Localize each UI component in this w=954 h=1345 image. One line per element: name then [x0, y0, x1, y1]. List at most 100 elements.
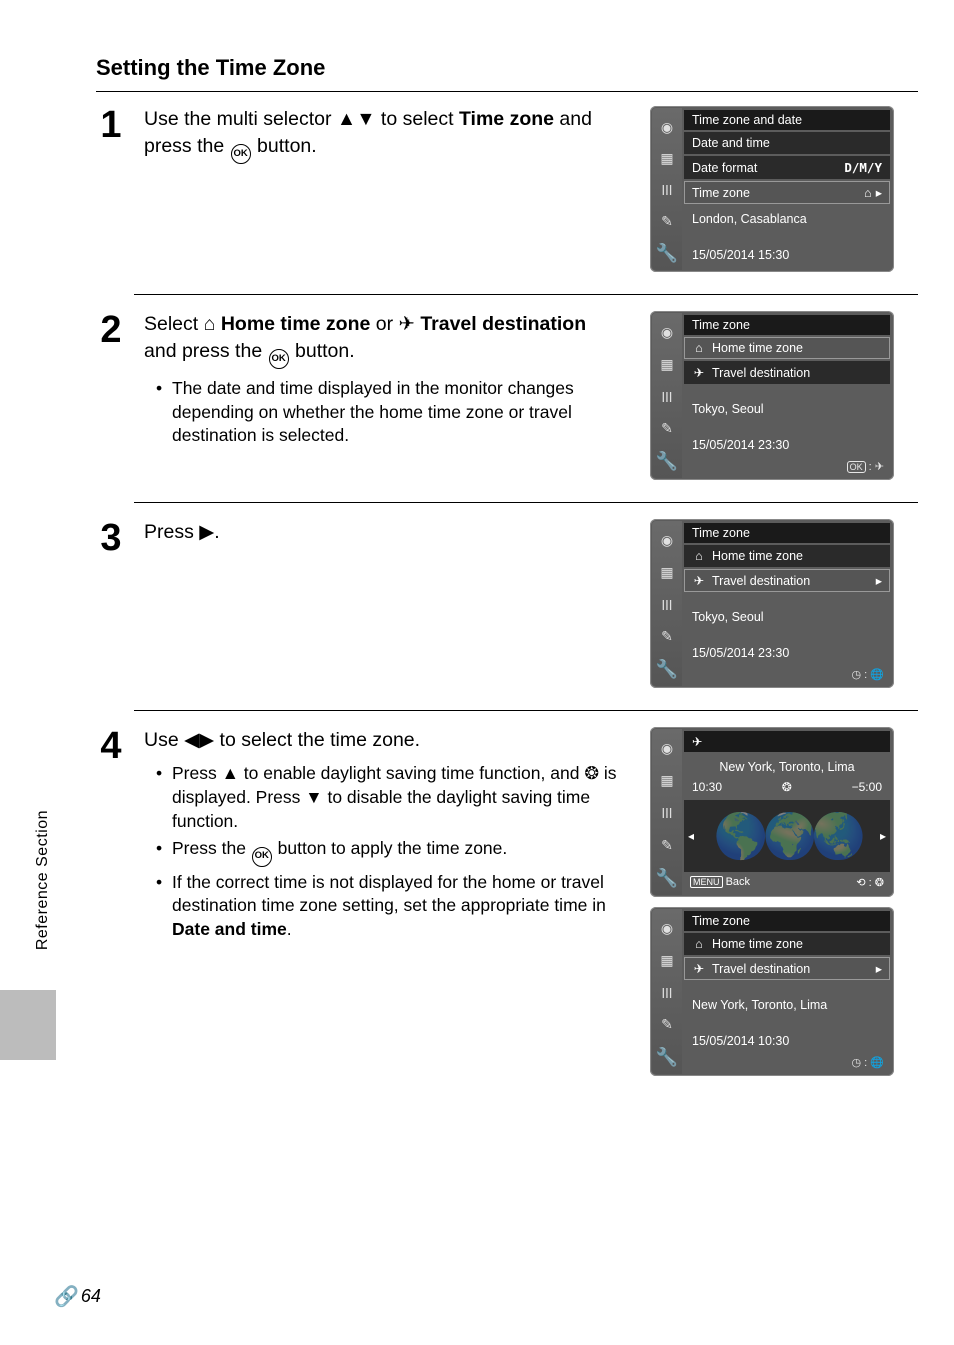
retouch-icon: ✎ [658, 837, 676, 855]
step-4: 4 Use ◀▶ to select the time zone. Press … [96, 727, 918, 1076]
option-travel: ✈Travel destination [684, 361, 890, 384]
text: button. [290, 340, 355, 362]
text: button. [252, 135, 317, 157]
step-text: Press ▶. [144, 519, 632, 546]
label-time-zone: Time zone [459, 108, 554, 130]
page-footer: 🔗 64 [54, 1284, 101, 1309]
plane-icon: ✈ [692, 573, 706, 588]
back-label: Back [726, 876, 750, 888]
map-labels: 10:30 ❂ −5:00 [684, 780, 890, 798]
plane-icon: ✈ [692, 734, 702, 749]
plane-icon: ✈ [692, 365, 706, 380]
location-text: New York, Toronto, Lima [684, 992, 890, 1018]
datetime-text: 15/05/2014 23:30 [684, 640, 890, 666]
text: Use the multi selector [144, 108, 337, 130]
movie-icon: ▦ [658, 772, 676, 790]
location-text: Tokyo, Seoul [684, 396, 890, 422]
lcd-screenshot-step1: ◉ ▦ ǀǀǀ ✎ 🔧 Time zone and date Date and … [650, 106, 894, 272]
retouch-icon: ✎ [658, 213, 676, 231]
camera-icon: ◉ [658, 919, 676, 937]
text: Press [144, 521, 199, 543]
plane-icon: ✈ [692, 961, 706, 976]
text: or [370, 313, 398, 335]
text: to select the time zone. [214, 729, 420, 751]
dst-icon: ❂ [782, 780, 792, 794]
wrench-icon: 🔧 [658, 452, 676, 470]
home-icon: ⌂ [692, 341, 706, 355]
ok-button-icon: OK [231, 144, 251, 164]
lcd-screenshot-step4a-map: ◉ ▦ ǀǀǀ ✎ 🔧 ✈ New York, Toronto, Lima 10… [650, 727, 894, 897]
camera-icon: ◉ [658, 118, 676, 136]
antenna-icon: ǀǀǀ [658, 984, 676, 1002]
movie-icon: ▦ [658, 150, 676, 168]
menu-badge: MENU [690, 876, 723, 888]
bullet: The date and time displayed in the monit… [162, 377, 622, 448]
hint-ok-plane: OK : ✈ [684, 458, 890, 476]
home-icon: ⌂ [204, 313, 216, 335]
menu-item-time-zone-selected: Time zone⌂▸ [684, 181, 890, 204]
home-icon: ⌂ [692, 549, 706, 563]
movie-icon: ▦ [658, 355, 676, 373]
footer-strip: MENU Back ⟲ : ❂ [684, 874, 890, 893]
screen-title: Time zone [684, 911, 890, 931]
label-home-tz: Home time zone [221, 313, 371, 335]
step-number: 2 [96, 311, 126, 349]
step-number: 1 [96, 106, 126, 144]
step-text: Select ⌂ Home time zone or ✈ Travel dest… [144, 311, 632, 452]
menu-sidebar: ◉ ▦ ǀǀǀ ✎ 🔧 [652, 729, 682, 895]
step-1: 1 Use the multi selector ▲▼ to select Ti… [96, 106, 918, 272]
datetime-text: 15/05/2014 23:30 [684, 432, 890, 458]
world-map: ◂ 🌎🌍🌏 ▸ [684, 800, 890, 872]
hint-globe: ◷ : 🌐 [684, 666, 890, 684]
screen-title: Time zone [684, 523, 890, 543]
section-label: Reference Section [34, 810, 52, 950]
plane-icon: ✈ [399, 313, 415, 335]
screen-title: Time zone [684, 315, 890, 335]
location-text: London, Casablanca [684, 206, 890, 232]
right-arrow-icon: ▸ [880, 829, 886, 843]
step-3: 3 Press ▶. ◉ ▦ ǀǀǀ ✎ 🔧 Time zone ⌂Home t… [96, 519, 918, 688]
option-home-tz: ⌂Home time zone [684, 933, 890, 955]
text: Select [144, 313, 204, 335]
menu-item-date-time: Date and time [684, 132, 890, 154]
step-number: 4 [96, 727, 126, 765]
left-arrow-icon: ◂ [688, 829, 694, 843]
lcd-screenshot-step4b: ◉ ▦ ǀǀǀ ✎ 🔧 Time zone ⌂Home time zone ✈T… [650, 907, 894, 1076]
step-2: 2 Select ⌂ Home time zone or ✈ Travel de… [96, 311, 918, 480]
wrench-icon: 🔧 [658, 869, 676, 887]
movie-icon: ▦ [658, 951, 676, 969]
lcd-screenshot-step2: ◉ ▦ ǀǀǀ ✎ 🔧 Time zone ⌂Home time zone ✈T… [650, 311, 894, 480]
home-icon: ⌂ [864, 186, 872, 200]
text: to select [376, 108, 459, 130]
bullet: Press ▲ to enable daylight saving time f… [162, 762, 622, 833]
right-arrow-icon: ▶ [199, 521, 214, 543]
screen-title: Time zone and date [684, 110, 890, 130]
text: and press the [144, 340, 268, 362]
up-arrow-icon: ▲ [222, 763, 239, 783]
option-travel-selected: ✈Travel destination▸ [684, 569, 890, 592]
ok-button-icon: OK [252, 847, 272, 867]
option-home-tz-selected: ⌂Home time zone [684, 337, 890, 359]
step-number: 3 [96, 519, 126, 557]
step-text: Use the multi selector ▲▼ to select Time… [144, 106, 632, 164]
menu-sidebar: ◉ ▦ ǀǀǀ ✎ 🔧 [652, 108, 682, 270]
hint-dst: ⟲ : ❂ [856, 876, 884, 889]
text: Use [144, 729, 184, 751]
option-home-tz: ⌂Home time zone [684, 545, 890, 567]
camera-icon: ◉ [658, 323, 676, 341]
lcd-screenshot-step3: ◉ ▦ ǀǀǀ ✎ 🔧 Time zone ⌂Home time zone ✈T… [650, 519, 894, 688]
datetime-text: 15/05/2014 10:30 [684, 1028, 890, 1054]
option-travel-selected: ✈Travel destination▸ [684, 957, 890, 980]
ok-button-icon: OK [269, 349, 289, 369]
divider [134, 294, 918, 295]
menu-item-date-format: Date formatD/M/Y [684, 156, 890, 179]
page-heading: Setting the Time Zone [96, 55, 918, 81]
section-tab [0, 990, 56, 1060]
retouch-icon: ✎ [658, 1016, 676, 1034]
step-text: Use ◀▶ to select the time zone. Press ▲ … [144, 727, 632, 945]
down-arrow-icon: ▼ [305, 787, 322, 807]
camera-icon: ◉ [658, 531, 676, 549]
movie-icon: ▦ [658, 563, 676, 581]
wrench-icon: 🔧 [658, 1048, 676, 1066]
menu-sidebar: ◉ ▦ ǀǀǀ ✎ 🔧 [652, 313, 682, 478]
